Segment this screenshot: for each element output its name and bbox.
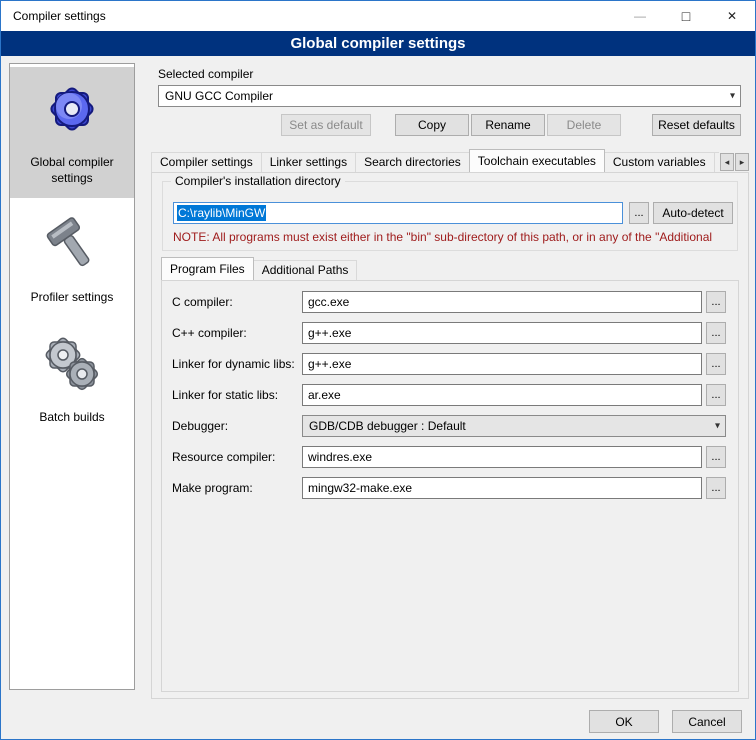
tab-build-options[interactable]: Build xyxy=(714,152,719,172)
minimize-button[interactable]: — xyxy=(617,1,663,31)
settings-tab-strip: Compiler settings Linker settings Search… xyxy=(151,149,719,172)
minimize-icon: — xyxy=(634,9,646,23)
debugger-dropdown[interactable]: GDB/CDB debugger : Default ▾ xyxy=(302,415,726,437)
titlebar: Compiler settings — □ ✕ xyxy=(1,1,755,31)
cpp-compiler-input[interactable] xyxy=(302,322,702,344)
tab-scroll-left-button[interactable]: ◂ xyxy=(720,153,734,171)
blue-gear-icon xyxy=(40,77,104,141)
sidebar-item-label: Global compiler settings xyxy=(12,155,132,186)
dynamic-linker-row: Linker for dynamic libs: ... xyxy=(162,353,738,375)
tab-search-directories[interactable]: Search directories xyxy=(355,152,470,172)
dynamic-linker-label: Linker for dynamic libs: xyxy=(172,353,295,375)
maximize-button[interactable]: □ xyxy=(663,1,709,31)
copy-button[interactable]: Copy xyxy=(395,114,469,136)
page-title: Global compiler settings xyxy=(1,31,755,56)
compiler-settings-dialog: Compiler settings — □ ✕ Global compiler … xyxy=(0,0,756,740)
static-linker-browse-button[interactable]: ... xyxy=(706,384,726,406)
dynamic-linker-browse-button[interactable]: ... xyxy=(706,353,726,375)
selected-compiler-value: GNU GCC Compiler xyxy=(165,89,273,103)
delete-button[interactable]: Delete xyxy=(547,114,621,136)
debugger-value: GDB/CDB debugger : Default xyxy=(309,419,466,433)
installation-directory-input[interactable]: C:\raylib\MinGW xyxy=(173,202,623,224)
installation-directory-browse-button[interactable]: ... xyxy=(629,202,649,224)
sidebar-item-global-compiler-settings[interactable]: Global compiler settings xyxy=(10,67,134,198)
auto-detect-button[interactable]: Auto-detect xyxy=(653,202,733,224)
resource-compiler-input[interactable] xyxy=(302,446,702,468)
sidebar-item-batch-builds[interactable]: Batch builds xyxy=(10,322,134,438)
window-controls: — □ ✕ xyxy=(617,1,755,31)
c-compiler-label: C compiler: xyxy=(172,291,233,313)
chevron-down-icon: ▾ xyxy=(730,91,735,102)
close-button[interactable]: ✕ xyxy=(709,1,755,31)
arrow-left-icon: ◂ xyxy=(725,157,730,168)
make-program-row: Make program: ... xyxy=(162,477,738,499)
settings-category-list: Global compiler settings Profiler settin… xyxy=(9,63,135,690)
resource-compiler-browse-button[interactable]: ... xyxy=(706,446,726,468)
rename-button[interactable]: Rename xyxy=(471,114,545,136)
dynamic-linker-input[interactable] xyxy=(302,353,702,375)
window-title: Compiler settings xyxy=(1,9,106,23)
c-compiler-input[interactable] xyxy=(302,291,702,313)
set-as-default-button[interactable]: Set as default xyxy=(281,114,371,136)
arrow-right-icon: ▸ xyxy=(740,157,745,168)
ok-button[interactable]: OK xyxy=(589,710,659,733)
c-compiler-browse-button[interactable]: ... xyxy=(706,291,726,313)
debugger-label: Debugger: xyxy=(172,415,228,437)
installation-note: NOTE: All programs must exist either in … xyxy=(173,230,731,244)
selected-compiler-dropdown[interactable]: GNU GCC Compiler ▾ xyxy=(158,85,741,107)
program-files-panel: C compiler: ... C++ compiler: ... Linker… xyxy=(161,280,739,692)
make-program-input[interactable] xyxy=(302,477,702,499)
tab-compiler-settings[interactable]: Compiler settings xyxy=(151,152,262,172)
cpp-compiler-browse-button[interactable]: ... xyxy=(706,322,726,344)
sidebar-item-label: Batch builds xyxy=(39,410,104,426)
cpp-compiler-label: C++ compiler: xyxy=(172,322,247,344)
selected-compiler-label: Selected compiler xyxy=(158,67,253,81)
tab-toolchain-executables[interactable]: Toolchain executables xyxy=(469,149,605,172)
sidebar-item-label: Profiler settings xyxy=(31,290,114,306)
tab-additional-paths[interactable]: Additional Paths xyxy=(253,260,358,280)
profiler-tool-icon xyxy=(40,212,104,276)
program-files-tab-strip: Program Files Additional Paths xyxy=(161,257,561,280)
maximize-icon: □ xyxy=(682,8,690,24)
resource-compiler-row: Resource compiler: ... xyxy=(162,446,738,468)
tab-linker-settings[interactable]: Linker settings xyxy=(261,152,356,172)
cancel-button[interactable]: Cancel xyxy=(672,710,742,733)
make-program-browse-button[interactable]: ... xyxy=(706,477,726,499)
sidebar-item-profiler-settings[interactable]: Profiler settings xyxy=(10,202,134,318)
installation-directory-group: Compiler's installation directory C:\ray… xyxy=(162,181,738,251)
tab-scroll-right-button[interactable]: ▸ xyxy=(735,153,749,171)
close-icon: ✕ xyxy=(727,9,737,23)
reset-defaults-button[interactable]: Reset defaults xyxy=(652,114,741,136)
debugger-row: Debugger: GDB/CDB debugger : Default ▾ xyxy=(162,415,738,437)
c-compiler-row: C compiler: ... xyxy=(162,291,738,313)
cpp-compiler-row: C++ compiler: ... xyxy=(162,322,738,344)
installation-directory-value: C:\raylib\MinGW xyxy=(177,205,266,221)
make-program-label: Make program: xyxy=(172,477,253,499)
gray-gears-icon xyxy=(40,332,104,396)
tab-program-files[interactable]: Program Files xyxy=(161,257,254,280)
tab-custom-variables[interactable]: Custom variables xyxy=(604,152,715,172)
static-linker-label: Linker for static libs: xyxy=(172,384,278,406)
installation-directory-group-title: Compiler's installation directory xyxy=(171,174,345,188)
chevron-down-icon: ▾ xyxy=(715,421,720,432)
static-linker-row: Linker for static libs: ... xyxy=(162,384,738,406)
resource-compiler-label: Resource compiler: xyxy=(172,446,275,468)
static-linker-input[interactable] xyxy=(302,384,702,406)
